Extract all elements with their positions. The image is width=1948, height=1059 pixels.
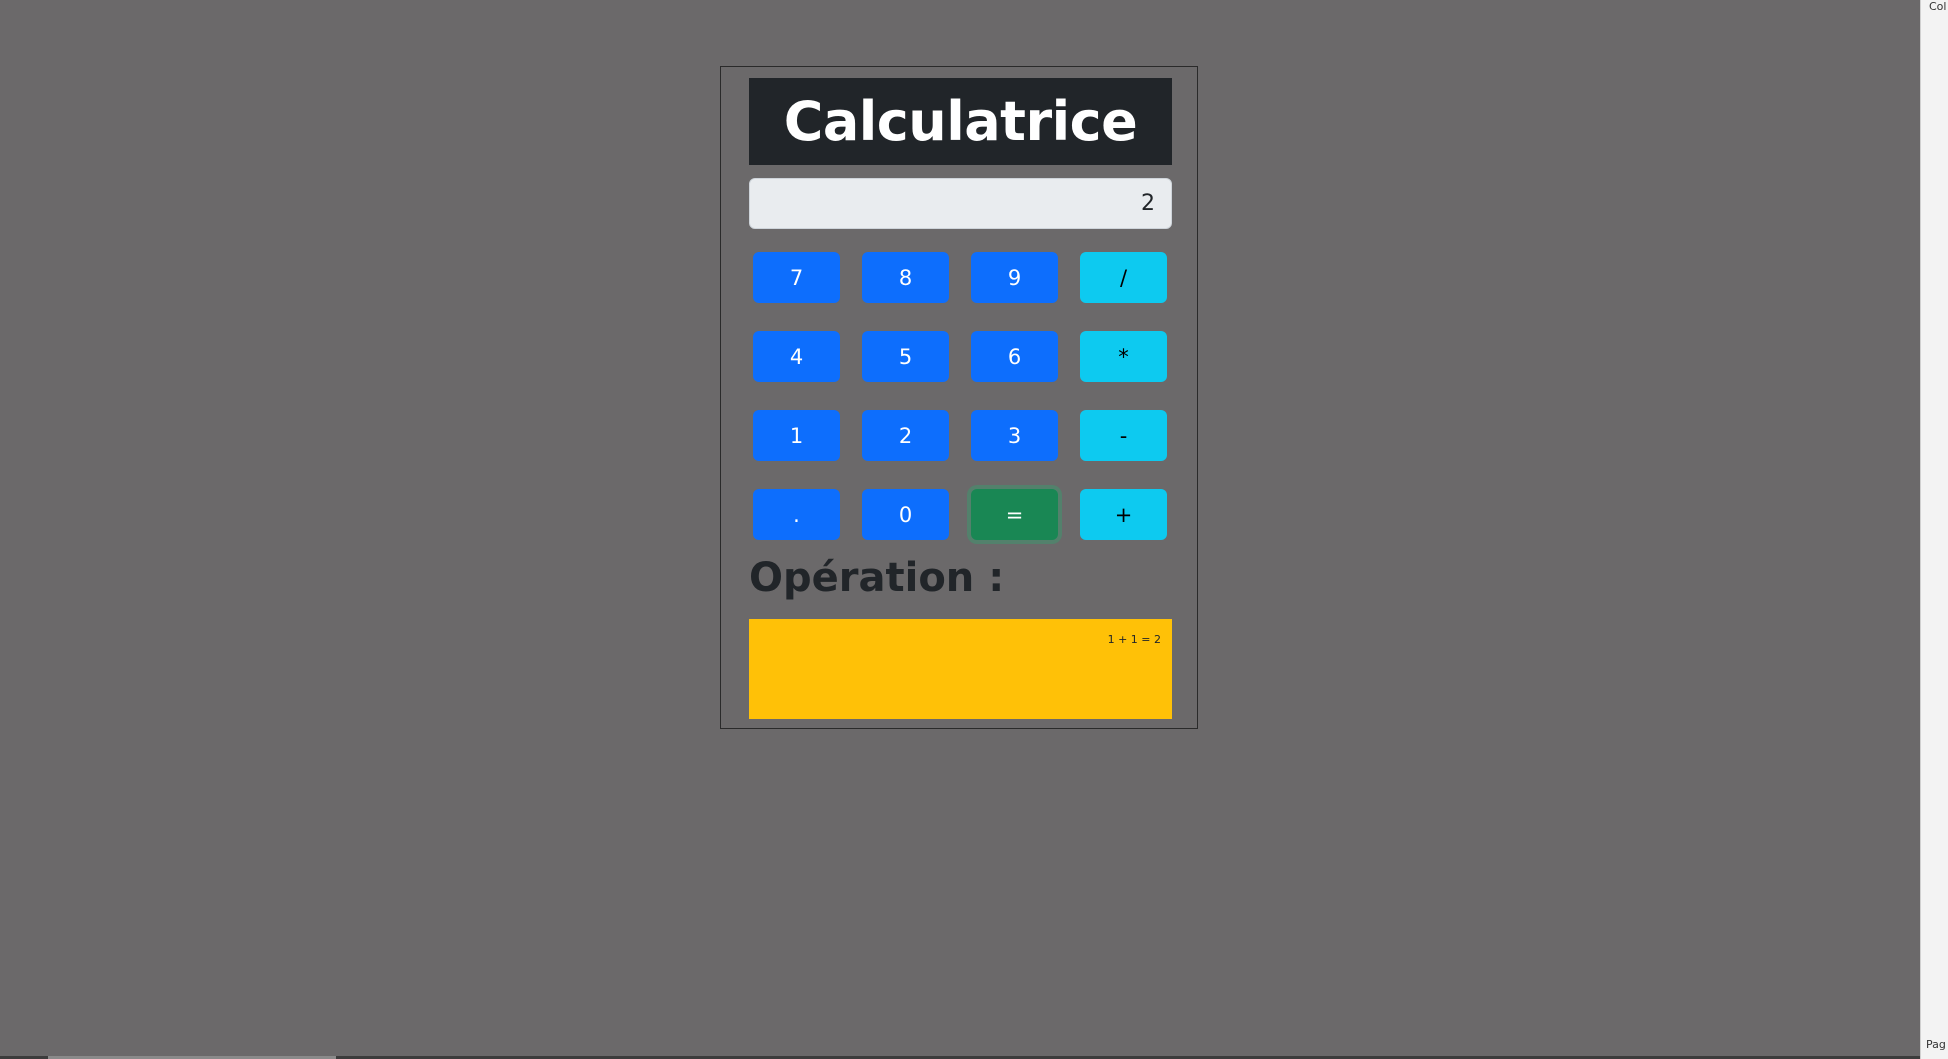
key-6-button[interactable]: 6 <box>971 331 1058 382</box>
page: Calculatrice 2 7 8 9 / 4 5 6 * 1 2 3 - .… <box>0 0 1948 1059</box>
divide-button[interactable]: / <box>1080 252 1167 303</box>
operation-history-box: 1 + 1 = 2 <box>749 619 1172 719</box>
calculator-display[interactable]: 2 <box>749 178 1172 229</box>
key-4-button[interactable]: 4 <box>753 331 840 382</box>
side-panel-bottom-label: Pag <box>1926 1038 1946 1051</box>
key-2-button[interactable]: 2 <box>862 410 949 461</box>
key-7-button[interactable]: 7 <box>753 252 840 303</box>
key-9-button[interactable]: 9 <box>971 252 1058 303</box>
browser-side-panel <box>1920 0 1948 1059</box>
key-0-button[interactable]: 0 <box>862 489 949 540</box>
equals-button[interactable]: = <box>971 489 1058 540</box>
operation-heading: Opération : <box>749 555 1005 601</box>
decimal-point-button[interactable]: . <box>753 489 840 540</box>
key-5-button[interactable]: 5 <box>862 331 949 382</box>
subtract-button[interactable]: - <box>1080 410 1167 461</box>
calculator-panel: Calculatrice 2 7 8 9 / 4 5 6 * 1 2 3 - .… <box>720 66 1198 729</box>
side-panel-top-label: Col <box>1929 0 1947 13</box>
key-1-button[interactable]: 1 <box>753 410 840 461</box>
add-button[interactable]: + <box>1080 489 1167 540</box>
key-8-button[interactable]: 8 <box>862 252 949 303</box>
multiply-button[interactable]: * <box>1080 331 1167 382</box>
key-3-button[interactable]: 3 <box>971 410 1058 461</box>
calculator-title: Calculatrice <box>749 78 1172 165</box>
operation-history-text: 1 + 1 = 2 <box>1107 633 1161 646</box>
